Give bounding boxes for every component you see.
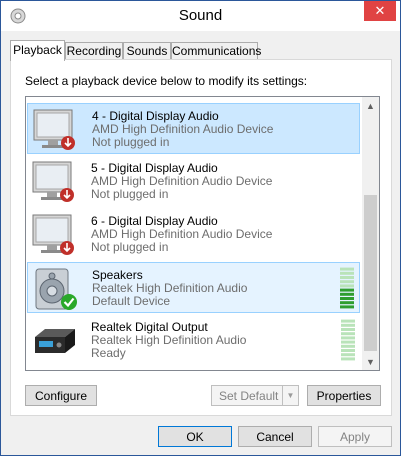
device-item-digital-display-4[interactable]: 4 - Digital Display Audio AMD High Defin… bbox=[27, 103, 360, 154]
level-segment bbox=[340, 292, 354, 296]
level-segment bbox=[340, 297, 354, 300]
device-name: Realtek Digital Output bbox=[91, 320, 208, 334]
device-driver: Realtek High Definition Audio bbox=[91, 333, 247, 347]
device-driver: AMD High Definition Audio Device bbox=[91, 174, 273, 188]
level-segment bbox=[341, 349, 355, 352]
unplugged-badge-icon bbox=[61, 136, 75, 150]
unplugged-badge-icon bbox=[60, 188, 74, 202]
tab-sounds[interactable]: Sounds bbox=[123, 42, 171, 60]
unplugged-badge-icon bbox=[60, 241, 74, 255]
instruction-text: Select a playback device below to modify… bbox=[25, 74, 308, 88]
window-title: Sound bbox=[178, 7, 223, 24]
chevron-down-icon[interactable]: ▼ bbox=[282, 386, 298, 405]
ok-button[interactable]: OK bbox=[158, 426, 232, 447]
level-segment bbox=[340, 271, 354, 275]
scroll-down-icon[interactable]: ▼ bbox=[362, 353, 379, 370]
device-item-digital-display-6[interactable]: 6 - Digital Display Audio AMD High Defin… bbox=[27, 209, 360, 260]
level-segment bbox=[341, 344, 355, 348]
default-check-icon bbox=[61, 294, 77, 310]
level-segment bbox=[341, 319, 355, 323]
speaker-icon bbox=[35, 268, 77, 310]
device-status: Default Device bbox=[92, 294, 171, 308]
level-segment bbox=[340, 305, 354, 309]
device-item-speakers[interactable]: Speakers Realtek High Definition Audio D… bbox=[27, 262, 360, 313]
level-segment bbox=[340, 276, 354, 279]
level-segment bbox=[340, 280, 354, 284]
device-item-digital-display-5[interactable]: 5 - Digital Display Audio AMD High Defin… bbox=[27, 156, 360, 207]
level-segment bbox=[341, 323, 355, 327]
tab-communications[interactable]: Communications bbox=[171, 42, 261, 60]
tab-playback[interactable]: Playback bbox=[10, 40, 65, 61]
set-default-button[interactable]: Set Default ▼ bbox=[211, 385, 299, 406]
level-segment bbox=[341, 332, 355, 336]
device-driver: Realtek High Definition Audio bbox=[92, 281, 248, 295]
apply-button[interactable]: Apply bbox=[318, 426, 392, 447]
device-list[interactable]: 4 - Digital Display Audio AMD High Defin… bbox=[25, 96, 380, 371]
close-button[interactable]: ✕ bbox=[364, 1, 396, 21]
volume-level-meter bbox=[341, 319, 355, 361]
device-name: 6 - Digital Display Audio bbox=[91, 214, 218, 228]
properties-button[interactable]: Properties bbox=[307, 385, 381, 406]
device-status: Ready bbox=[91, 346, 126, 360]
playback-tab-page: Select a playback device below to modify… bbox=[10, 59, 392, 416]
set-default-label: Set Default bbox=[219, 388, 279, 403]
monitor-icon bbox=[33, 109, 75, 150]
cancel-button[interactable]: Cancel bbox=[238, 426, 312, 447]
device-name: 5 - Digital Display Audio bbox=[91, 161, 218, 175]
level-segment bbox=[341, 328, 355, 331]
level-segment bbox=[340, 284, 354, 288]
title-bar: Sound ✕ bbox=[1, 1, 400, 31]
digital-output-icon bbox=[35, 329, 75, 353]
device-driver: AMD High Definition Audio Device bbox=[92, 122, 274, 136]
volume-level-meter bbox=[340, 267, 354, 309]
device-status: Not plugged in bbox=[91, 187, 169, 201]
partial-device-icon bbox=[60, 97, 80, 101]
scroll-up-icon[interactable]: ▲ bbox=[362, 97, 379, 114]
device-status: Not plugged in bbox=[92, 135, 170, 149]
device-driver: AMD High Definition Audio Device bbox=[91, 227, 273, 241]
level-segment bbox=[341, 357, 355, 361]
monitor-icon bbox=[32, 161, 74, 202]
level-segment bbox=[340, 288, 354, 292]
level-segment bbox=[341, 353, 355, 357]
device-status: Not plugged in bbox=[91, 240, 169, 254]
device-list-scrollbar[interactable]: ▲ ▼ bbox=[362, 97, 379, 370]
tab-recording[interactable]: Recording bbox=[65, 42, 123, 60]
level-segment bbox=[341, 340, 355, 344]
level-segment bbox=[340, 301, 354, 305]
level-segment bbox=[340, 267, 354, 271]
level-segment bbox=[341, 336, 355, 340]
device-list-items: 4 - Digital Display Audio AMD High Defin… bbox=[26, 97, 363, 370]
device-name: 4 - Digital Display Audio bbox=[92, 109, 219, 123]
sound-dialog: Sound ✕ Playback Recording Sounds Commun… bbox=[0, 0, 401, 456]
scrollbar-thumb[interactable] bbox=[364, 195, 377, 351]
device-name: Speakers bbox=[92, 268, 143, 282]
configure-button[interactable]: Configure bbox=[25, 385, 97, 406]
monitor-icon bbox=[32, 214, 74, 255]
device-item-digital-output[interactable]: Realtek Digital Output Realtek High Defi… bbox=[27, 315, 360, 366]
